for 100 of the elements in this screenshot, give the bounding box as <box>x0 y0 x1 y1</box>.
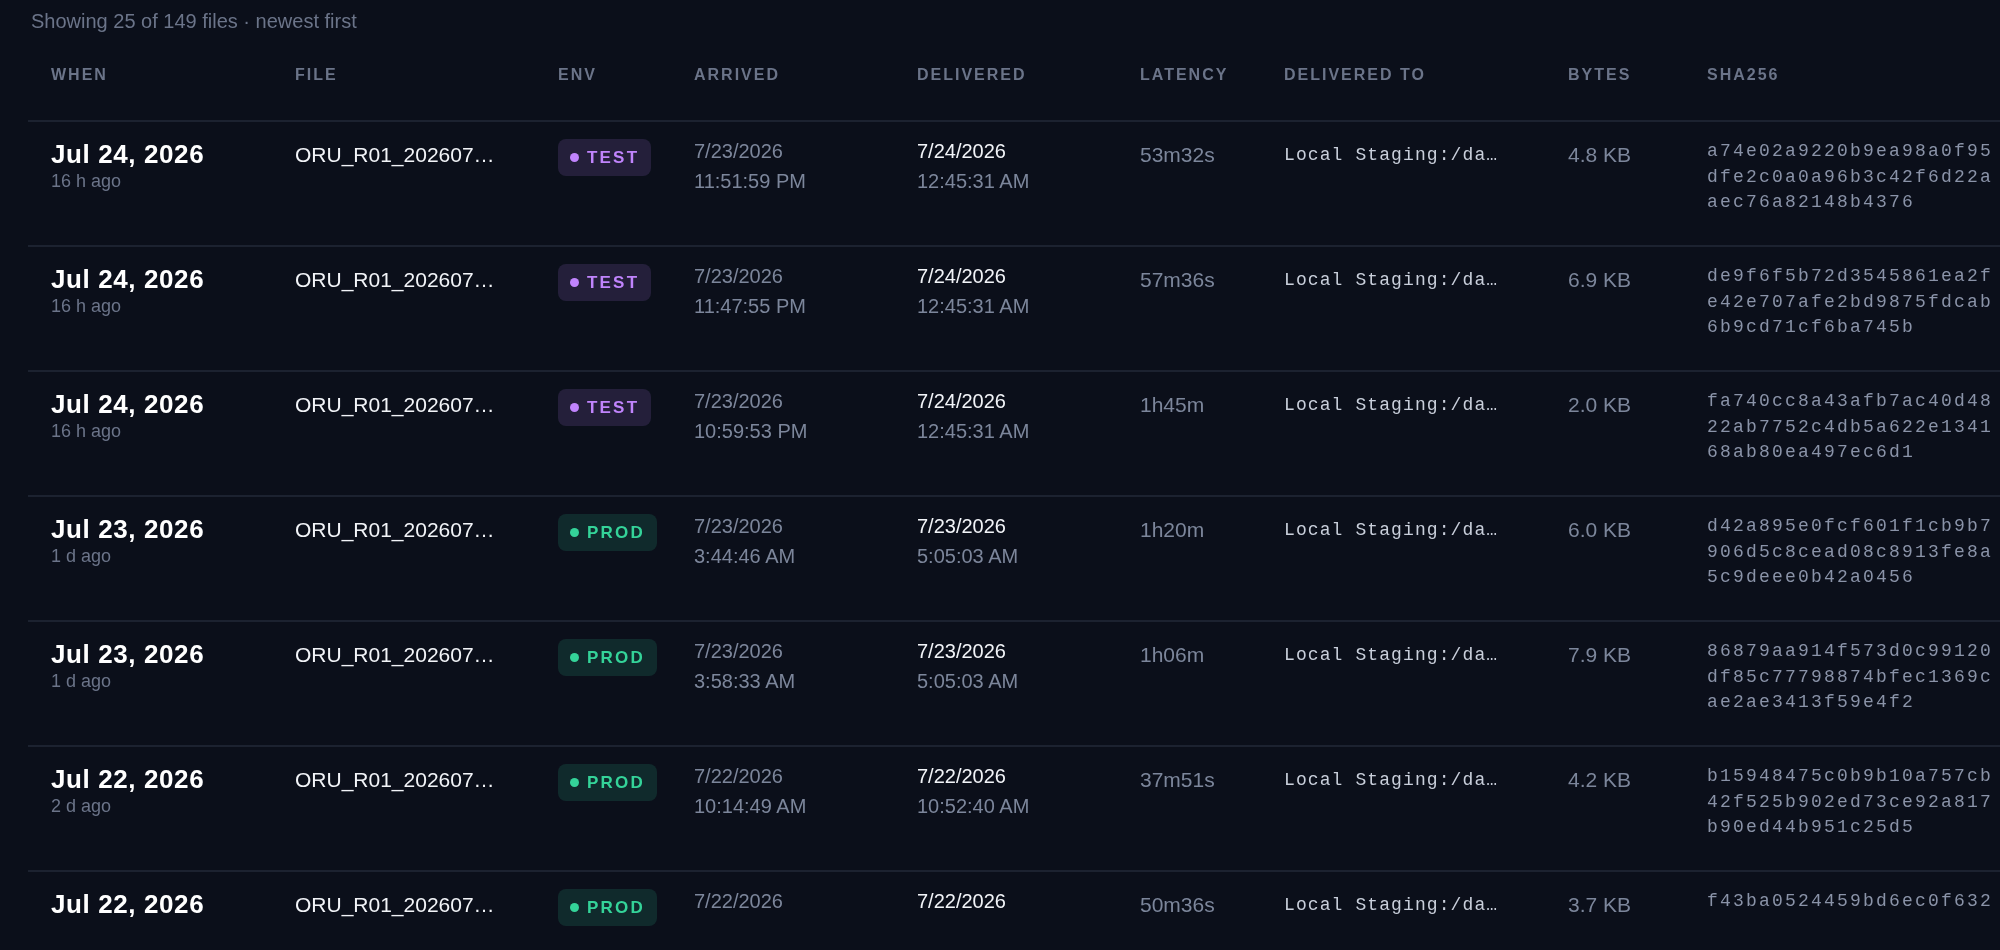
latency-text: 1h20m <box>1140 517 1205 542</box>
arrived-time: 3:44:46 AM <box>694 544 796 568</box>
env-label: PROD <box>587 897 645 918</box>
date-text: Jul 23, 2026 <box>51 639 205 670</box>
delivered-date: 7/24/2026 <box>917 139 1006 163</box>
env-label: PROD <box>587 522 645 543</box>
env-label: TEST <box>587 397 640 418</box>
hash-text: 6b9cd71cf6ba745b <box>1707 317 1916 339</box>
relative-time: 16 h ago <box>51 296 122 317</box>
delivered-time: 12:45:31 AM <box>917 169 1030 193</box>
arrived-date: 7/23/2026 <box>694 514 783 538</box>
column-header[interactable]: BYTES <box>1568 66 1632 84</box>
file-name[interactable]: ORU_R01_202607… <box>295 639 495 667</box>
column-header[interactable]: FILE <box>295 66 338 84</box>
latency-text: 53m32s <box>1140 142 1215 167</box>
hash-text: d42a895e0fcf601f1cb9b7 <box>1707 516 1994 538</box>
hash-text: b15948475c0b9b10a757cb <box>1707 766 1994 788</box>
date-text: Jul 22, 2026 <box>51 764 205 795</box>
summary-text: Showing 25 of 149 files · newest first <box>30 10 357 33</box>
file-name[interactable]: ORU_R01_202607… <box>295 764 495 792</box>
latency-text: 50m36s <box>1140 892 1215 917</box>
arrived-date: 7/23/2026 <box>694 389 783 413</box>
destination-path: Local Staging:/da… <box>1284 269 1499 290</box>
column-header[interactable]: DELIVERED TO <box>1284 66 1426 84</box>
hash-text: 68ab80ea497ec6d1 <box>1707 442 1916 464</box>
date-text: Jul 22, 2026 <box>51 889 205 920</box>
size-text: 6.9 KB <box>1568 267 1632 292</box>
hash-text: ae2ae3413f59e4f2 <box>1707 692 1916 714</box>
column-header[interactable]: ARRIVED <box>694 66 780 84</box>
hash-text: 86879aa914f573d0c99120 <box>1707 641 1994 663</box>
delivered-date: 7/23/2026 <box>917 639 1006 663</box>
latency-text: 37m51s <box>1140 767 1215 792</box>
arrived-time: 10:59:53 PM <box>694 419 808 443</box>
size-text: 4.8 KB <box>1568 142 1632 167</box>
arrived-date: 7/23/2026 <box>694 639 783 663</box>
arrived-date: 7/23/2026 <box>694 264 783 288</box>
delivered-time: 10:52:40 AM <box>917 794 1030 818</box>
arrived-time: 11:51:59 PM <box>694 169 806 193</box>
hash-text: df85c77798874bfec1369c <box>1707 666 1994 689</box>
arrived-date: 7/23/2026 <box>694 139 783 163</box>
env-label: PROD <box>587 647 645 668</box>
file-name[interactable]: ORU_R01_202607… <box>295 514 495 542</box>
column-header[interactable]: ENV <box>558 66 597 84</box>
delivered-time: 5:05:03 AM <box>917 669 1019 693</box>
delivered-date: 7/22/2026 <box>917 889 1006 913</box>
destination-path: Local Staging:/da… <box>1284 519 1499 540</box>
delivered-time: 12:45:31 AM <box>917 419 1030 443</box>
size-text: 3.7 KB <box>1568 892 1632 917</box>
arrived-time: 3:58:33 AM <box>694 669 796 693</box>
hash-text: f43ba0524459bd6ec0f632 <box>1707 891 1994 913</box>
destination-path: Local Staging:/da… <box>1284 144 1499 165</box>
column-header[interactable]: WHEN <box>51 66 108 84</box>
delivered-time: 12:45:31 AM <box>917 294 1030 318</box>
file-name[interactable]: ORU_R01_202607… <box>295 389 495 417</box>
size-text: 4.2 KB <box>1568 767 1632 792</box>
arrived-date: 7/22/2026 <box>694 889 783 913</box>
date-text: Jul 24, 2026 <box>51 264 205 295</box>
hash-text: aec76a82148b4376 <box>1707 192 1916 214</box>
column-header[interactable]: DELIVERED <box>917 66 1027 84</box>
delivered-date: 7/22/2026 <box>917 764 1006 788</box>
hash-text: 22ab7752c4db5a622e1341 <box>1707 416 1994 439</box>
file-name[interactable]: ORU_R01_202607… <box>295 139 495 167</box>
hash-text: dfe2c0a0a96b3c42f6d22a <box>1707 166 1994 189</box>
relative-time: 2 d ago <box>51 796 112 817</box>
date-text: Jul 24, 2026 <box>51 139 205 170</box>
destination-path: Local Staging:/da… <box>1284 394 1499 415</box>
latency-text: 57m36s <box>1140 267 1215 292</box>
delivered-date: 7/24/2026 <box>917 389 1006 413</box>
arrived-date: 7/22/2026 <box>694 764 783 788</box>
arrived-time: 11:47:55 PM <box>694 294 806 318</box>
date-text: Jul 23, 2026 <box>51 514 205 545</box>
relative-time: 1 d ago <box>51 546 112 567</box>
latency-text: 1h06m <box>1140 642 1205 667</box>
hash-text: de9f6f5b72d3545861ea2f <box>1707 266 1994 288</box>
column-header[interactable]: SHA256 <box>1707 66 1780 84</box>
hash-text: 5c9deee0b42a0456 <box>1707 567 1916 589</box>
size-text: 7.9 KB <box>1568 642 1632 667</box>
date-text: Jul 24, 2026 <box>51 389 205 420</box>
hash-text: a74e02a9220b9ea98a0f95 <box>1707 141 1994 163</box>
column-header[interactable]: LATENCY <box>1140 66 1229 84</box>
hash-text: fa740cc8a43afb7ac40d48 <box>1707 391 1994 413</box>
file-name[interactable]: ORU_R01_202607… <box>295 889 495 917</box>
env-label: TEST <box>587 147 640 168</box>
file-name[interactable]: ORU_R01_202607… <box>295 264 495 292</box>
delivered-date: 7/23/2026 <box>917 514 1006 538</box>
hash-text: 906d5c8cead08c8913fe8a <box>1707 541 1994 564</box>
relative-time: 1 d ago <box>51 671 112 692</box>
hash-text: e42e707afe2bd9875fdcab <box>1707 291 1994 314</box>
size-text: 6.0 KB <box>1568 517 1632 542</box>
destination-path: Local Staging:/da… <box>1284 644 1499 665</box>
env-label: TEST <box>587 272 640 293</box>
relative-time: 16 h ago <box>51 171 122 192</box>
destination-path: Local Staging:/da… <box>1284 769 1499 790</box>
latency-text: 1h45m <box>1140 392 1205 417</box>
delivered-date: 7/24/2026 <box>917 264 1006 288</box>
arrived-time: 10:14:49 AM <box>694 794 807 818</box>
env-label: PROD <box>587 772 645 793</box>
hash-text: b90ed44b951c25d5 <box>1707 817 1916 839</box>
size-text: 2.0 KB <box>1568 392 1632 417</box>
destination-path: Local Staging:/da… <box>1284 894 1499 915</box>
